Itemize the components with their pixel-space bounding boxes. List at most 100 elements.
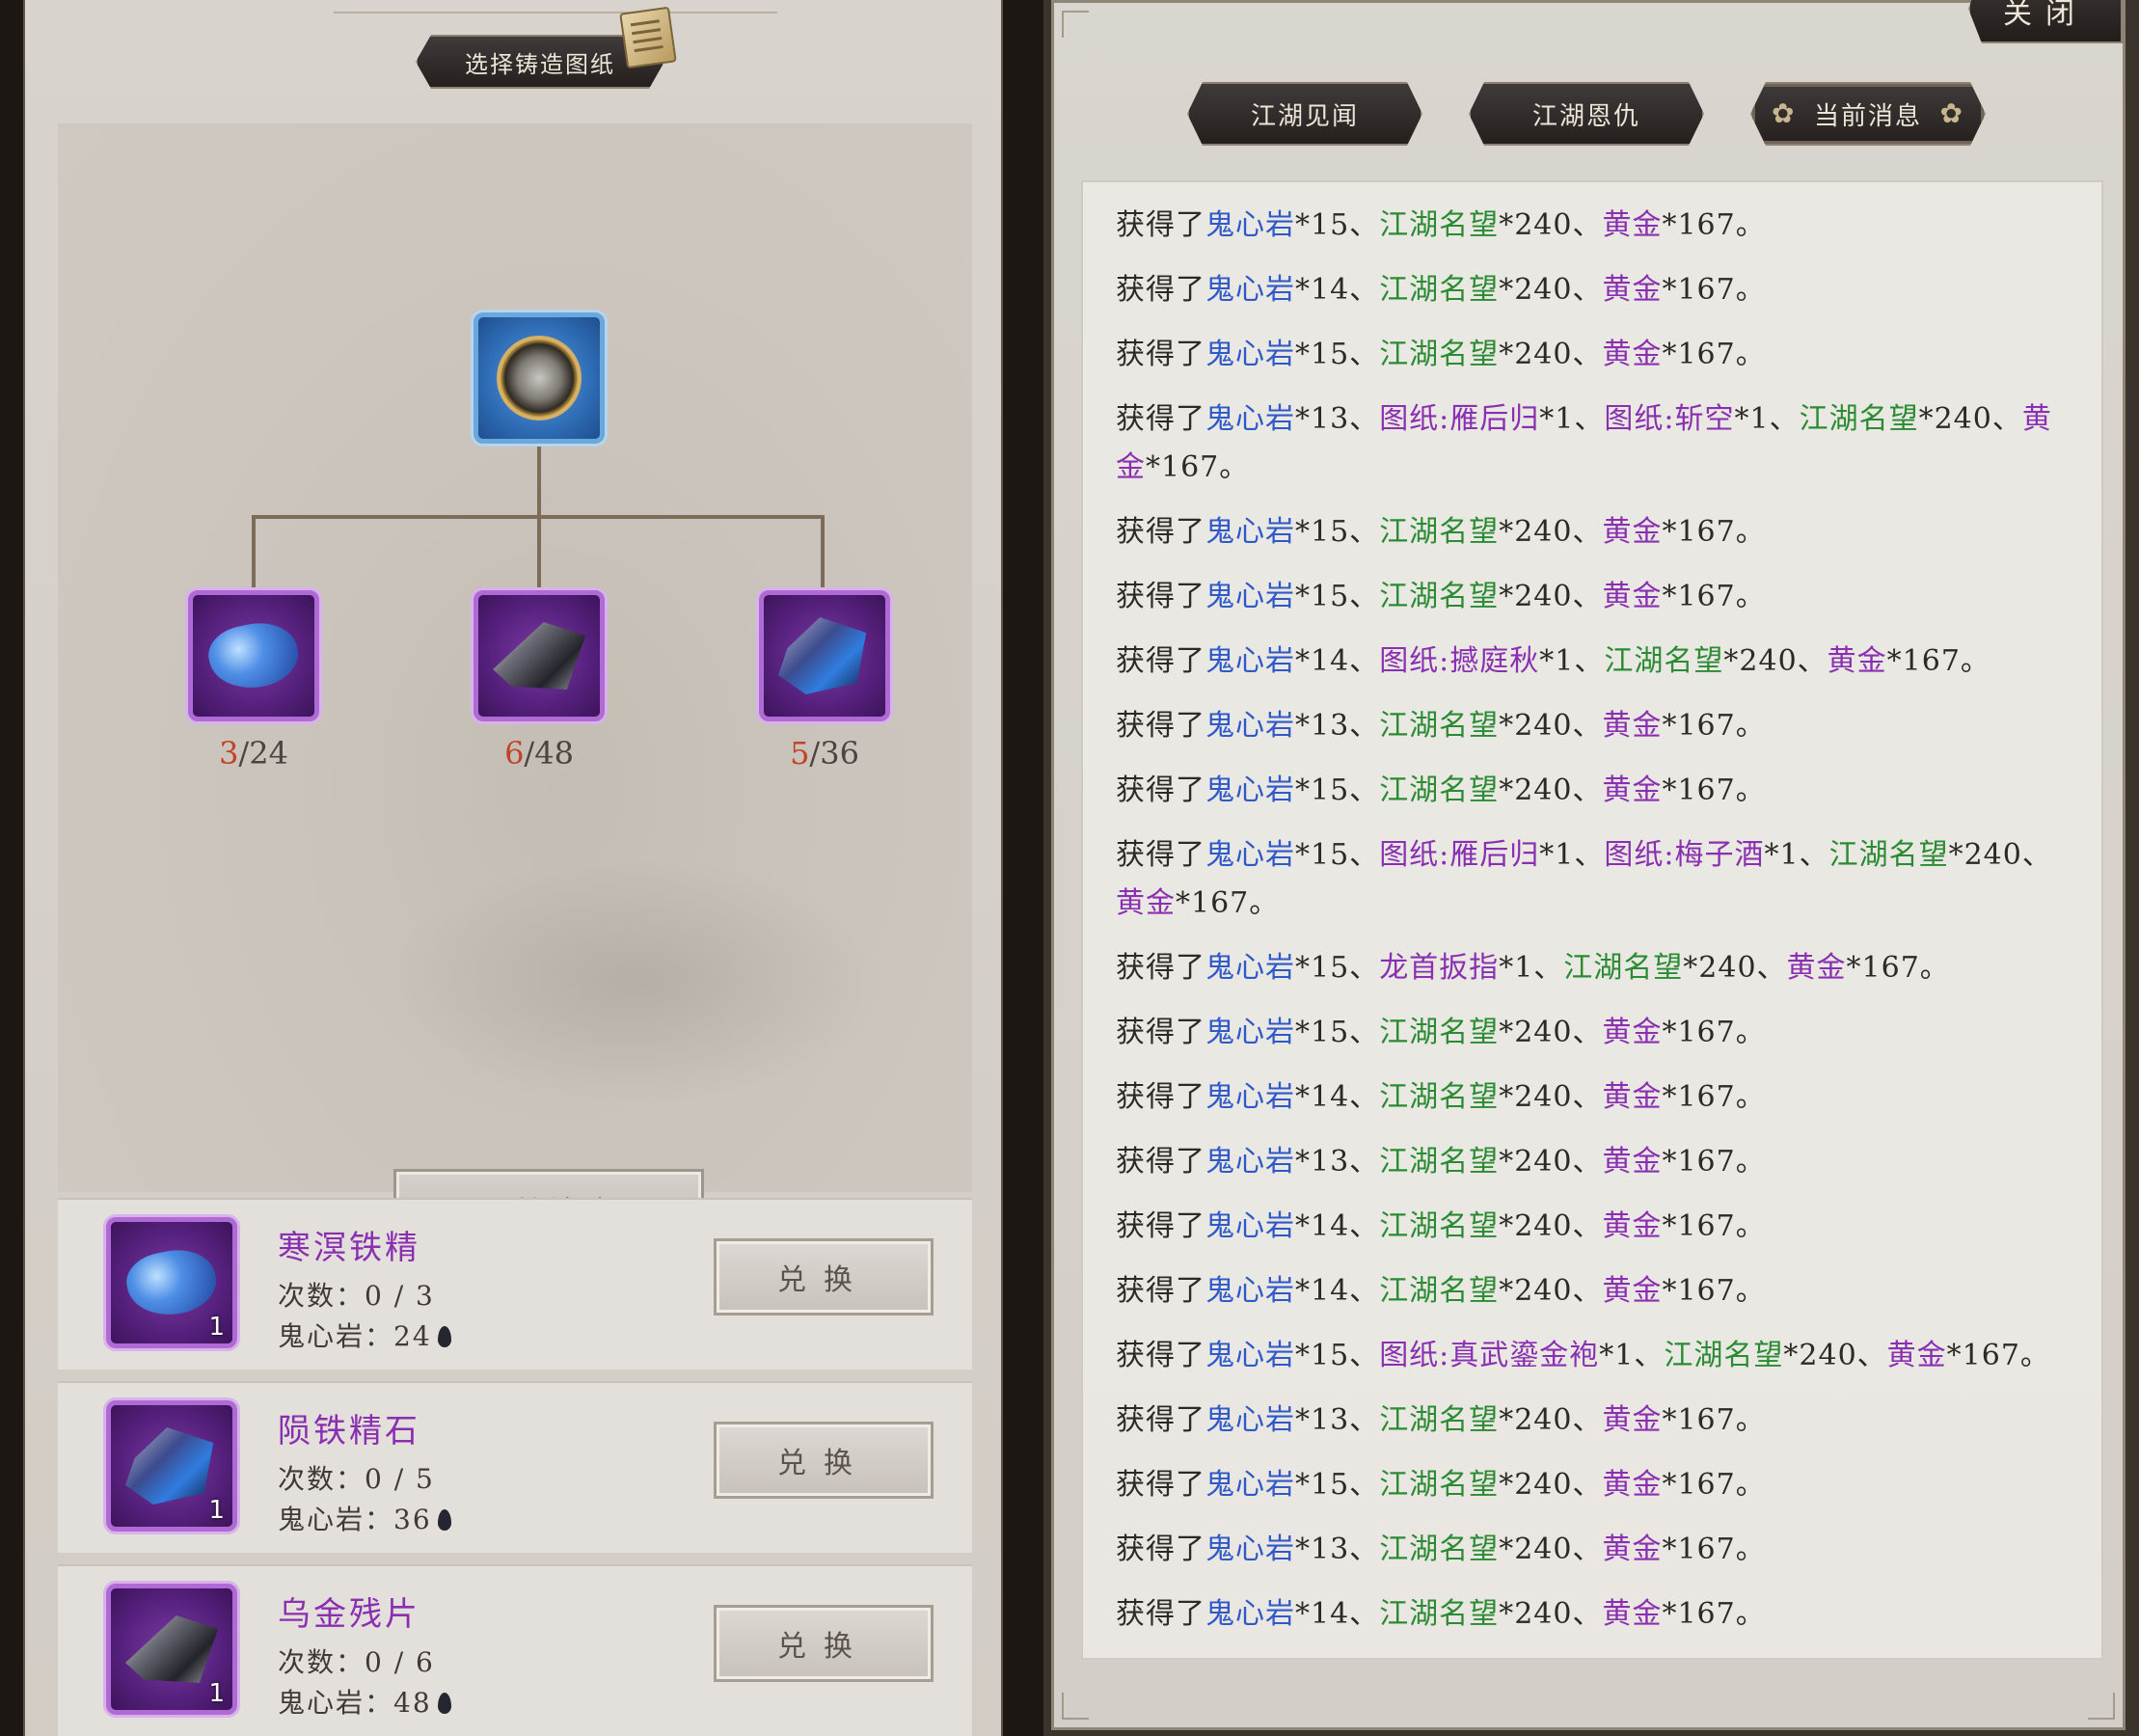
log-item-name: 黄金 [1827, 644, 1887, 678]
message-log[interactable]: 获得了鬼心岩*15、江湖名望*240、黄金*167。 获得了鬼心岩*14、江湖名望… [1081, 180, 2103, 1660]
log-text: *167。 [1662, 1145, 1766, 1179]
tree-line-left [252, 515, 256, 592]
log-item-name: 江湖名望 [1379, 1468, 1500, 1502]
log-text: *167。 [1846, 951, 1950, 985]
exchange-button[interactable]: 兑换 [714, 1422, 934, 1499]
log-text: *14、 [1295, 273, 1380, 307]
log-text: *167。 [1662, 1274, 1766, 1308]
log-text: *240、 [1499, 1145, 1603, 1179]
log-text: 获得了 [1116, 208, 1205, 242]
log-line: 获得了鬼心岩*15、江湖名望*240、黄金*167。 [1116, 202, 2078, 250]
log-item-name: 江湖名望 [1379, 580, 1500, 613]
log-item-name: 鬼心岩 [1205, 1080, 1295, 1114]
exchange-cost-label: 鬼心岩：48 [278, 1682, 451, 1721]
log-text: 获得了 [1116, 1403, 1205, 1437]
log-line: 获得了鬼心岩*15、江湖名望*240、黄金*167。 [1116, 1461, 2078, 1509]
log-text: *1、 [1734, 402, 1800, 436]
meteor-crystal-icon [778, 617, 867, 694]
exchange-row: 1 寒溟铁精 次数：0 / 3 鬼心岩：24 兑换 [58, 1198, 972, 1370]
log-text: *240、 [1723, 644, 1828, 678]
ring-icon [497, 336, 582, 420]
log-line: 获得了鬼心岩*15、江湖名望*240、黄金*167。 [1116, 508, 2078, 556]
log-item-name: 黄金 [1602, 1016, 1663, 1049]
log-text: *167。 [1146, 450, 1250, 484]
meteor-crystal-icon [125, 1427, 214, 1505]
material-slot-3[interactable] [759, 590, 890, 721]
log-text: *167。 [1176, 886, 1280, 920]
log-item-name: 黄金 [1602, 773, 1663, 807]
log-text: *240、 [1499, 1403, 1603, 1437]
log-text: *1、 [1599, 1339, 1665, 1372]
material-slot-2[interactable] [474, 590, 605, 721]
log-text: *240、 [1499, 1016, 1603, 1049]
exchange-times-label: 次数：0 / 5 [278, 1463, 435, 1495]
log-text: *13、 [1295, 402, 1380, 436]
log-item-name: 鬼心岩 [1205, 1209, 1295, 1243]
log-item-name: 江湖名望 [1379, 273, 1500, 307]
log-text: *14、 [1295, 644, 1380, 678]
blueprint-scroll-icon[interactable] [619, 6, 677, 69]
log-text: *240、 [1499, 208, 1603, 242]
log-line: 获得了鬼心岩*13、江湖名望*240、黄金*167。 [1116, 1138, 2078, 1186]
log-item-name: 江湖名望 [1379, 1145, 1500, 1179]
log-item-name: 江湖名望 [1379, 773, 1500, 807]
log-item-name: 江湖名望 [1379, 338, 1500, 371]
tab-current-messages[interactable]: 当前消息 [1750, 82, 1986, 146]
log-line: 获得了鬼心岩*13、江湖名望*240、黄金*167。 [1116, 702, 2078, 750]
log-text: *1、 [1499, 951, 1564, 985]
log-item-name: 图纸:雁后归 [1379, 402, 1540, 436]
message-panel: 关闭 江湖见闻 江湖恩仇 当前消息 获得了鬼心岩*15、江湖名望*240、黄金*… [1043, 0, 2139, 1736]
log-line: 获得了鬼心岩*15、图纸:雁后归*1、图纸:梅子酒*1、江湖名望*240、黄金*… [1116, 831, 2078, 928]
log-line: 获得了鬼心岩*15、龙首扳指*1、江湖名望*240、黄金*167。 [1116, 944, 2078, 992]
material-count-2: 6/48 [504, 735, 574, 772]
log-line: 获得了鬼心岩*13、图纸:雁后归*1、图纸:斩空*1、江湖名望*240、黄金*1… [1116, 395, 2078, 492]
exchange-times-label: 次数：0 / 6 [278, 1646, 435, 1678]
tab-jianghu-feuds[interactable]: 江湖恩仇 [1469, 82, 1704, 146]
log-item-name: 江湖名望 [1379, 1403, 1500, 1437]
log-text: *167。 [1662, 1209, 1766, 1243]
top-ornament [334, 0, 777, 14]
material-slot-1[interactable] [188, 590, 319, 721]
log-text: *240、 [1499, 273, 1603, 307]
log-text: *167。 [1662, 1403, 1766, 1437]
log-text: *240、 [1948, 838, 2052, 872]
log-line: 获得了鬼心岩*15、图纸:真武鎏金袍*1、江湖名望*240、黄金*167。 [1116, 1332, 2078, 1380]
log-text: *1、 [1539, 644, 1605, 678]
select-blueprint-label: 选择铸造图纸 [465, 50, 615, 78]
tab-jianghu-news[interactable]: 江湖见闻 [1187, 82, 1422, 146]
stack-count: 1 [208, 1679, 225, 1708]
log-text: *167。 [1662, 1597, 1766, 1631]
log-item-name: 鬼心岩 [1205, 580, 1295, 613]
exchange-item-slot[interactable]: 1 [106, 1400, 237, 1532]
log-item-name: 龙首扳指 [1379, 951, 1500, 985]
log-line: 获得了鬼心岩*15、江湖名望*240、黄金*167。 [1116, 331, 2078, 379]
log-item-name: 鬼心岩 [1205, 402, 1295, 436]
log-item-name: 黄金 [1116, 886, 1176, 920]
exchange-button[interactable]: 兑换 [714, 1238, 934, 1316]
log-text: *167。 [1946, 1339, 2050, 1372]
log-item-name: 鬼心岩 [1205, 773, 1295, 807]
forge-area: 3/24 6/48 5/36 开始铸造 [58, 123, 972, 1250]
log-text: *15、 [1295, 515, 1380, 549]
log-line: 获得了鬼心岩*13、江湖名望*240、黄金*167。 [1116, 1526, 2078, 1574]
log-text: 获得了 [1116, 1274, 1205, 1308]
log-item-name: 鬼心岩 [1205, 273, 1295, 307]
log-line: 获得了鬼心岩*14、江湖名望*240、黄金*167。 [1116, 1267, 2078, 1316]
tree-line-right [821, 515, 825, 592]
exchange-item-slot[interactable]: 1 [106, 1584, 237, 1715]
corner-ornament [1062, 11, 1089, 38]
log-item-name: 鬼心岩 [1205, 951, 1295, 985]
log-item-name: 江湖名望 [1799, 402, 1919, 436]
ghost-rock-icon [437, 1693, 451, 1714]
forge-target-slot[interactable] [474, 312, 605, 444]
exchange-button[interactable]: 兑换 [714, 1605, 934, 1682]
log-text: *240、 [1499, 709, 1603, 743]
log-item-name: 黄金 [1602, 273, 1663, 307]
exchange-item-slot[interactable]: 1 [106, 1217, 237, 1348]
log-item-name: 鬼心岩 [1205, 709, 1295, 743]
log-text: *1、 [1764, 838, 1829, 872]
log-text: 获得了 [1116, 1339, 1205, 1372]
log-item-name: 黄金 [1786, 951, 1847, 985]
close-button[interactable]: 关闭 [1968, 0, 2123, 43]
material-count-3: 5/36 [790, 735, 859, 772]
